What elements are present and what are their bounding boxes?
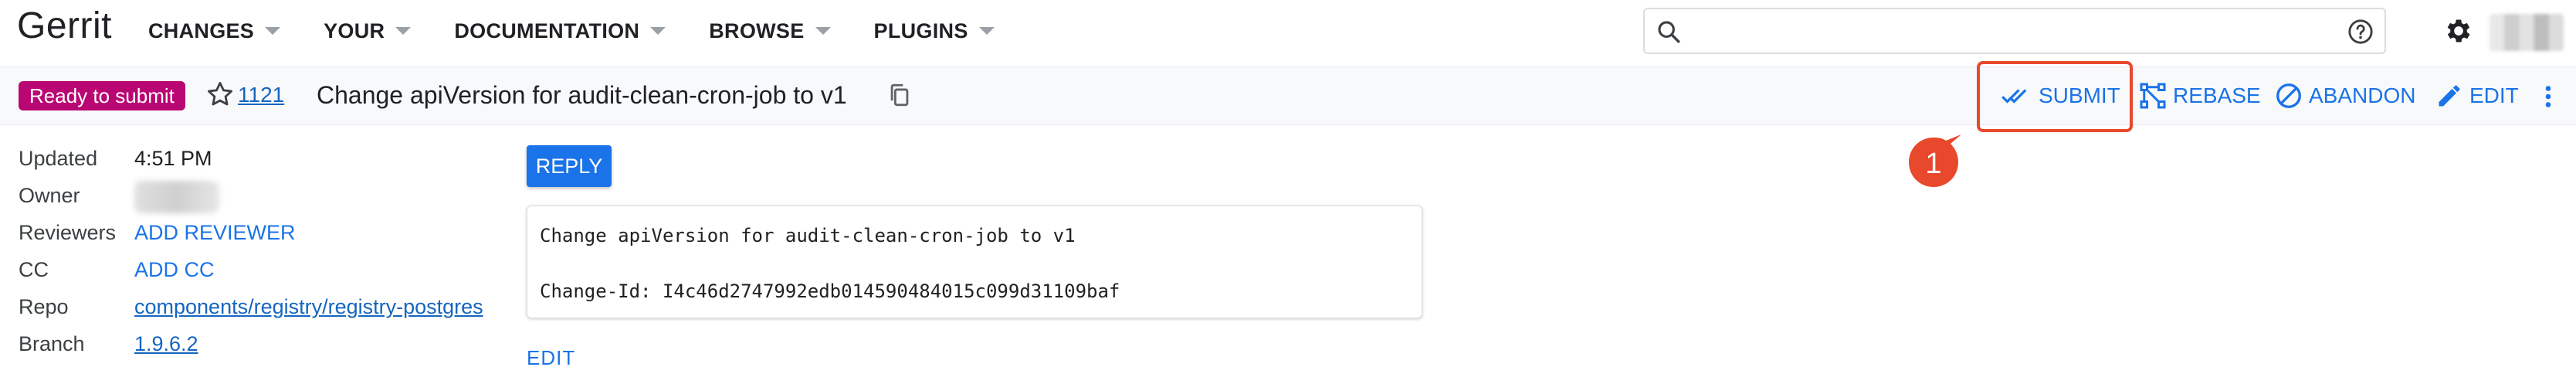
search-input[interactable]	[1694, 15, 2312, 46]
abandon-label: ABANDON	[2309, 83, 2416, 107]
edit-button[interactable]: EDIT	[2435, 78, 2519, 114]
nav-label: BROWSE	[709, 19, 805, 42]
submit-highlight-box	[1977, 61, 2133, 132]
branch-link[interactable]: 1.9.6.2	[134, 332, 198, 356]
nav-label: YOUR	[324, 19, 385, 42]
updated-value: 4:51 PM	[134, 147, 212, 170]
more-vert-icon[interactable]	[2542, 83, 2554, 110]
edit-commit-message-link[interactable]: EDIT	[527, 346, 575, 367]
owner-avatar[interactable]	[134, 181, 219, 213]
meta-label: Owner	[19, 184, 80, 207]
chevron-down-icon	[978, 27, 995, 35]
pencil-icon	[2439, 85, 2460, 107]
rebase-label: REBASE	[2173, 83, 2261, 107]
meta-label: CC	[19, 258, 49, 281]
rebase-icon	[2140, 83, 2166, 109]
help-icon[interactable]	[2347, 19, 2374, 45]
repo-link[interactable]: components/registry/registry-postgres	[134, 295, 483, 319]
user-avatar[interactable]	[2490, 14, 2564, 51]
abandon-button[interactable]: ABANDON	[2275, 78, 2415, 114]
rebase-button[interactable]: REBASE	[2139, 78, 2261, 114]
commit-change-id: Change-Id: I4c46d2747992edb014590484015c…	[540, 280, 1120, 302]
search-box	[1643, 8, 2386, 54]
commit-subject: Change apiVersion for audit-clean-cron-j…	[540, 225, 1076, 246]
meta-label: Branch	[19, 332, 85, 355]
settings-gear-icon[interactable]	[2443, 15, 2474, 46]
nav-documentation[interactable]: DOCUMENTATION	[454, 19, 666, 43]
commit-message-box: Change apiVersion for audit-clean-cron-j…	[527, 206, 1422, 318]
chevron-down-icon	[395, 27, 412, 35]
add-cc-button[interactable]: ADD CC	[134, 258, 215, 282]
nav-label: PLUGINS	[873, 19, 968, 42]
nav-label: DOCUMENTATION	[454, 19, 640, 42]
nav-label: CHANGES	[148, 19, 255, 42]
meta-label: Reviewers	[19, 221, 117, 244]
meta-label: Updated	[19, 147, 98, 170]
change-actions: SUBMIT REBASE ABANDON EDIT	[0, 61, 2576, 132]
nav-plugins[interactable]: PLUGINS	[874, 19, 995, 43]
chevron-down-icon	[650, 27, 666, 35]
add-reviewer-button[interactable]: ADD REVIEWER	[134, 221, 296, 245]
nav-changes[interactable]: CHANGES	[148, 19, 281, 43]
nav-your[interactable]: YOUR	[324, 19, 412, 43]
nav-browse[interactable]: BROWSE	[709, 19, 831, 43]
top-nav-bar: Gerrit CHANGES YOUR DOCUMENTATION BROWSE…	[0, 0, 2576, 62]
meta-label: Repo	[19, 295, 69, 318]
search-icon	[1658, 21, 1680, 43]
callout-number: 1	[1925, 147, 1942, 180]
change-header: Ready to submit 1121 Change apiVersion f…	[0, 61, 2576, 132]
edit-label: EDIT	[2469, 83, 2519, 107]
gerrit-logo[interactable]: Gerrit	[17, 5, 112, 47]
block-icon	[2276, 83, 2301, 108]
main-nav: CHANGES YOUR DOCUMENTATION BROWSE PLUGIN…	[148, 0, 1038, 62]
chevron-down-icon	[265, 27, 281, 35]
reply-button[interactable]: REPLY	[527, 145, 612, 187]
chevron-down-icon	[815, 27, 831, 35]
